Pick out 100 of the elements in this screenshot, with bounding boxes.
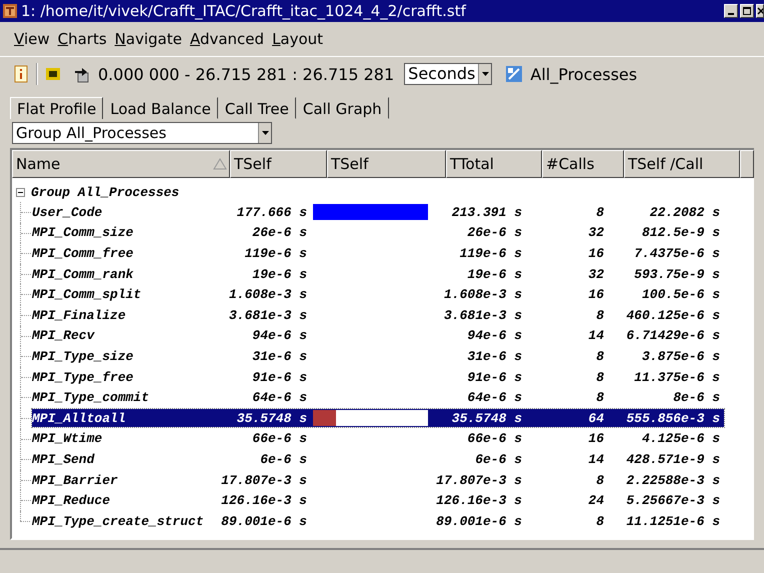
table-cell-text: 24 <box>587 493 605 508</box>
app-icon <box>3 4 17 18</box>
info-icon[interactable] <box>14 65 28 83</box>
menu-item[interactable]: Layout <box>272 30 324 48</box>
table-row[interactable]: MPI_Comm_rank 19e-6 s 19e-6 s 32 593.75e-9 s <box>32 265 724 284</box>
table-cell-text: 94e-6 s <box>251 328 308 344</box>
table-cell-text: 213.391 s <box>450 204 523 220</box>
table-row[interactable]: MPI_Type_create_struct 89.001e-6 s 89.001e-6 s 8 11.1251e-6 s <box>32 512 724 530</box>
table-cell-text: 11.375e-6 s <box>633 370 721 385</box>
film-icon[interactable] <box>46 68 60 80</box>
table-cell-text: 35.5748 s <box>450 410 523 426</box>
table-row[interactable]: MPI_Wtime 66e-6 s 66e-6 s 16 4.125e-6 s <box>32 430 724 448</box>
table-cell-text: 16 <box>587 246 605 261</box>
table-cell-text: 32 <box>587 266 605 282</box>
column-header[interactable]: TTotal <box>446 150 542 178</box>
table-row[interactable]: MPI_Comm_size 26e-6 s 26e-6 s 32 812.5e-9 s <box>32 224 724 242</box>
table-row[interactable]: MPI_Finalize 3.681e-3 s 3.681e-3 s 8 460.125e-6 s <box>32 306 724 324</box>
table-cell-text: MPI_Comm_split <box>32 287 142 302</box>
table-cell-text: 812.5e-9 s <box>640 225 721 240</box>
table-cell-text: 6e-6 s <box>259 452 308 467</box>
table-cell-text: 126.16e-3 s <box>220 493 308 508</box>
menu-item[interactable]: View <box>14 30 50 48</box>
close-button[interactable] <box>756 4 764 18</box>
column-header[interactable]: TSelf /Call <box>624 150 740 178</box>
table-cell-text: 31e-6 s <box>251 348 308 364</box>
close-icon <box>757 7 763 15</box>
table-cell-text: 8 <box>595 308 605 323</box>
table-cell-text: 11.1251e-6 s <box>625 514 721 529</box>
window-title: 1: /home/it/vivek/Crafft_ITAC/Crafft_itac_1024_4_2/crafft.stf <box>21 2 468 20</box>
menu-item[interactable]: Charts <box>58 30 107 48</box>
column-header[interactable]: TSelf <box>327 150 446 178</box>
caret-icon <box>482 72 489 76</box>
table-cell-text: 4.125e-6 s <box>640 431 721 446</box>
menu-item[interactable]: Navigate <box>114 30 182 48</box>
table-cell-text: MPI_Wtime <box>32 431 104 446</box>
process-filter-label: All_Processes <box>530 64 638 84</box>
table-cell-text: 8 <box>595 204 605 220</box>
table-cell-text: 32 <box>587 225 605 240</box>
table-cell-text: User_Code <box>32 204 104 220</box>
filter-icon[interactable] <box>506 66 522 82</box>
table-row[interactable]: MPI_Alltoall 35.5748 s 35.5748 s 64 555.856e-3 s <box>32 409 724 428</box>
table-cell-text: 6.71429e-6 s <box>625 328 721 344</box>
table-cell-text: 119e-6 s <box>458 246 523 261</box>
column-header[interactable]: Name <box>12 150 230 178</box>
time-range: 0.000 000 - 26.715 281 : 26.715 281 <box>98 64 394 84</box>
table-cell-text: 64 <box>587 410 605 426</box>
table-row[interactable]: MPI_Comm_free 119e-6 s 119e-6 s 16 7.4375e-6 s <box>32 244 724 262</box>
table-cell-text: 177.666 s <box>236 204 308 220</box>
table-row[interactable]: MPI_Type_size 31e-6 s 31e-6 s 8 3.875e-6 s <box>32 347 724 366</box>
table-cell-text: 17.807e-3 s <box>220 472 308 488</box>
table-cell-text: MPI_Alltoall <box>32 410 127 426</box>
group-dropdown[interactable]: Group All_Processes <box>12 122 272 144</box>
table-cell-text: 22.2082 s <box>648 204 721 220</box>
table-cell-text: 91e-6 s <box>466 370 523 385</box>
tree-node-label[interactable]: Group All_Processes <box>31 184 180 200</box>
table-cell-text: 66e-6 s <box>251 431 308 446</box>
table-cell-text: 593.75e-9 s <box>633 266 721 282</box>
table-cell-text: 8 <box>595 472 605 488</box>
column-header[interactable]: TSelf <box>230 150 327 178</box>
table-cell-text: 89.001e-6 s <box>220 514 308 529</box>
table-cell-text: 8 <box>595 514 605 529</box>
table-row[interactable]: MPI_Comm_split 1.608e-3 s 1.608e-3 s 16 100.5e-6 s <box>32 286 724 304</box>
table-row[interactable]: MPI_Type_free 91e-6 s 91e-6 s 8 11.375e-6 s <box>32 368 724 386</box>
table-cell-text: 428.571e-9 s <box>625 452 721 467</box>
table-row[interactable]: MPI_Send 6e-6 s 6e-6 s 14 428.571e-9 s <box>32 450 724 468</box>
table-cell-text: 8 <box>595 370 605 385</box>
table-cell-text: 460.125e-6 s <box>625 308 721 323</box>
table-row[interactable]: User_Code 177.666 s 213.391 s 8 22.2082 s <box>32 203 724 222</box>
table-cell-text: 5.25667e-3 s <box>625 493 721 508</box>
maximize-button[interactable] <box>740 4 754 18</box>
collapse-icon[interactable] <box>16 188 25 196</box>
table-cell-text: 8e-6 s <box>672 390 721 406</box>
table-row[interactable]: MPI_Barrier 17.807e-3 s 17.807e-3 s 8 2.22588e-3 s <box>32 471 724 490</box>
table-cell-text: MPI_Comm_free <box>32 246 134 261</box>
tab[interactable]: Call Graph <box>296 97 389 119</box>
tab[interactable]: Load Balance <box>103 97 218 119</box>
minimize-button[interactable] <box>724 4 738 18</box>
table-cell-text: 66e-6 s <box>466 431 523 446</box>
table-cell-text: 14 <box>587 452 605 467</box>
tab[interactable]: Flat Profile <box>10 97 104 119</box>
table-cell-text: 17.807e-3 s <box>435 472 523 488</box>
tab[interactable]: Call Tree <box>218 97 296 119</box>
table-cell-text: 64e-6 s <box>466 390 523 406</box>
table-cell-text: 35.5748 s <box>236 410 308 426</box>
table-cell-text: 6e-6 s <box>474 452 523 467</box>
table-cell-text: MPI_Type_free <box>32 370 134 385</box>
table-cell-text: MPI_Send <box>32 452 96 467</box>
table-row[interactable]: MPI_Reduce 126.16e-3 s 126.16e-3 s 24 5.25667e-3 s <box>32 492 724 510</box>
table-cell-text: MPI_Type_commit <box>32 390 150 406</box>
table-cell-text: 19e-6 s <box>251 266 308 282</box>
table-cell-text: 8 <box>595 390 605 406</box>
column-header[interactable]: #Calls <box>542 150 624 178</box>
sort-icon <box>213 158 227 170</box>
table-cell-text: MPI_Barrier <box>32 472 119 488</box>
table-row[interactable]: MPI_Recv 94e-6 s 94e-6 s 14 6.71429e-6 s <box>32 326 724 345</box>
table-row[interactable]: MPI_Type_commit 64e-6 s 64e-6 s 8 8e-6 s <box>32 388 724 407</box>
unit-dropdown[interactable]: Seconds <box>404 63 492 85</box>
menu-item[interactable]: Advanced <box>190 30 264 48</box>
export-icon[interactable] <box>74 65 90 83</box>
table-cell-text: 91e-6 s <box>251 370 308 385</box>
